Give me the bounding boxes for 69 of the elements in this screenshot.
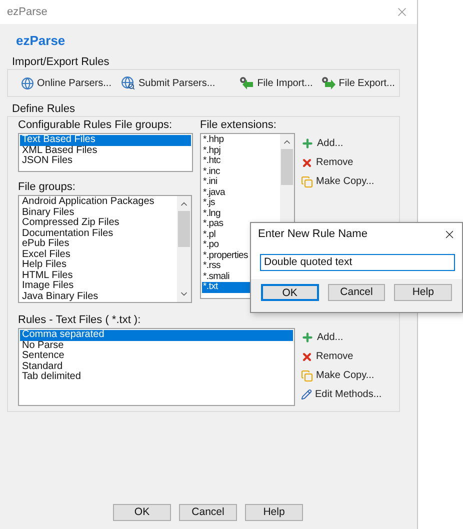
scroll-thumb[interactable] xyxy=(178,211,190,247)
globe-search-icon xyxy=(121,76,136,90)
action-button[interactable]: Edit Methods... xyxy=(300,386,383,403)
list-item[interactable]: XML Based Files xyxy=(20,146,191,156)
list-box[interactable]: Comma separated No Parse Sentence Standard Tab delimited xyxy=(18,328,295,406)
list-item[interactable]: *.hpj xyxy=(202,146,279,156)
gear-arrow-icon xyxy=(320,76,336,90)
field-label: Import/Export Rules xyxy=(12,56,110,69)
list-item[interactable]: *.htc xyxy=(202,156,279,166)
dialog-button[interactable]: OK xyxy=(113,504,171,521)
globe-icon xyxy=(21,76,34,90)
action-button[interactable]: Make Copy... xyxy=(300,173,376,190)
app-heading: ezParse xyxy=(16,33,66,49)
action-button[interactable]: Online Parsers... xyxy=(20,74,112,92)
gear-arrow-icon xyxy=(239,76,254,90)
pencil-icon xyxy=(301,389,312,400)
list-box[interactable]: Android Application Packages Binary Files Compressed Zip Files Documentation Files ePub Files Excel Files Help Files HTML Files Image Files Java Binary Files xyxy=(18,195,192,303)
list-item[interactable]: *.hhp xyxy=(202,135,279,146)
close-icon xyxy=(301,350,313,362)
copy-icon xyxy=(301,176,313,188)
close-icon xyxy=(301,156,313,168)
list-item[interactable]: *.lng xyxy=(202,208,279,219)
dialog-button[interactable]: Cancel xyxy=(328,284,386,301)
copy-icon xyxy=(301,370,313,382)
list-item[interactable]: JSON Files xyxy=(20,156,191,166)
field-label: Define Rules xyxy=(12,103,76,116)
action-button[interactable]: Add... xyxy=(300,329,383,346)
list-item[interactable]: Help Files xyxy=(20,260,176,270)
dialog-button[interactable]: Cancel xyxy=(179,504,237,521)
field-label: Configurable Rules File groups: xyxy=(18,119,174,132)
action-button[interactable]: Add... xyxy=(300,135,376,152)
input-field[interactable]: Double quoted text xyxy=(260,254,455,270)
list-item[interactable]: Java Binary Files xyxy=(20,292,176,302)
field-label: Rules - Text Files ( *.txt ): xyxy=(18,314,142,327)
action-button[interactable]: File Export... xyxy=(320,74,396,92)
plus-icon xyxy=(301,137,314,150)
plus-icon xyxy=(301,331,314,344)
list-item[interactable]: Comma separated xyxy=(20,330,293,340)
list-item[interactable]: Excel Files xyxy=(20,250,176,260)
scrollbar[interactable] xyxy=(177,196,191,302)
list-item[interactable]: *.ini xyxy=(202,177,279,188)
list-item[interactable]: Compressed Zip Files xyxy=(20,218,176,228)
list-item[interactable]: Documentation Files xyxy=(20,228,176,239)
list-item[interactable]: Sentence xyxy=(20,351,293,362)
list-box[interactable]: Text Based Files XML Based Files JSON Files xyxy=(18,133,193,172)
list-item[interactable]: *.inc xyxy=(202,166,279,177)
list-item[interactable]: HTML Files xyxy=(20,270,176,281)
field-label: File groups: xyxy=(18,181,76,194)
action-button[interactable]: Remove xyxy=(300,348,383,365)
list-item[interactable]: Android Application Packages xyxy=(20,197,176,208)
list-item[interactable]: Standard xyxy=(20,362,293,372)
dialog-button[interactable]: Help xyxy=(245,504,303,521)
scroll-thumb[interactable] xyxy=(281,149,293,185)
dialog-button[interactable]: OK xyxy=(261,284,319,301)
action-button[interactable]: Remove xyxy=(300,154,376,171)
dialog-button[interactable]: Help xyxy=(394,284,452,301)
action-button[interactable]: File Import... xyxy=(238,74,314,92)
list-item[interactable]: ePub Files xyxy=(20,239,176,250)
action-button[interactable]: Make Copy... xyxy=(300,367,383,384)
list-item[interactable]: *.js xyxy=(202,198,279,208)
list-item[interactable]: No Parse xyxy=(20,340,293,351)
list-item[interactable]: Binary Files xyxy=(20,208,176,218)
list-item[interactable]: Image Files xyxy=(20,281,176,292)
window-title: ezParse xyxy=(7,4,48,20)
field-label: File extensions: xyxy=(200,119,278,132)
list-item[interactable]: *.java xyxy=(202,188,279,198)
action-button[interactable]: Submit Parsers... xyxy=(120,74,216,92)
list-item[interactable]: Tab delimited xyxy=(20,372,293,382)
list-item[interactable]: Text Based Files xyxy=(20,135,191,146)
